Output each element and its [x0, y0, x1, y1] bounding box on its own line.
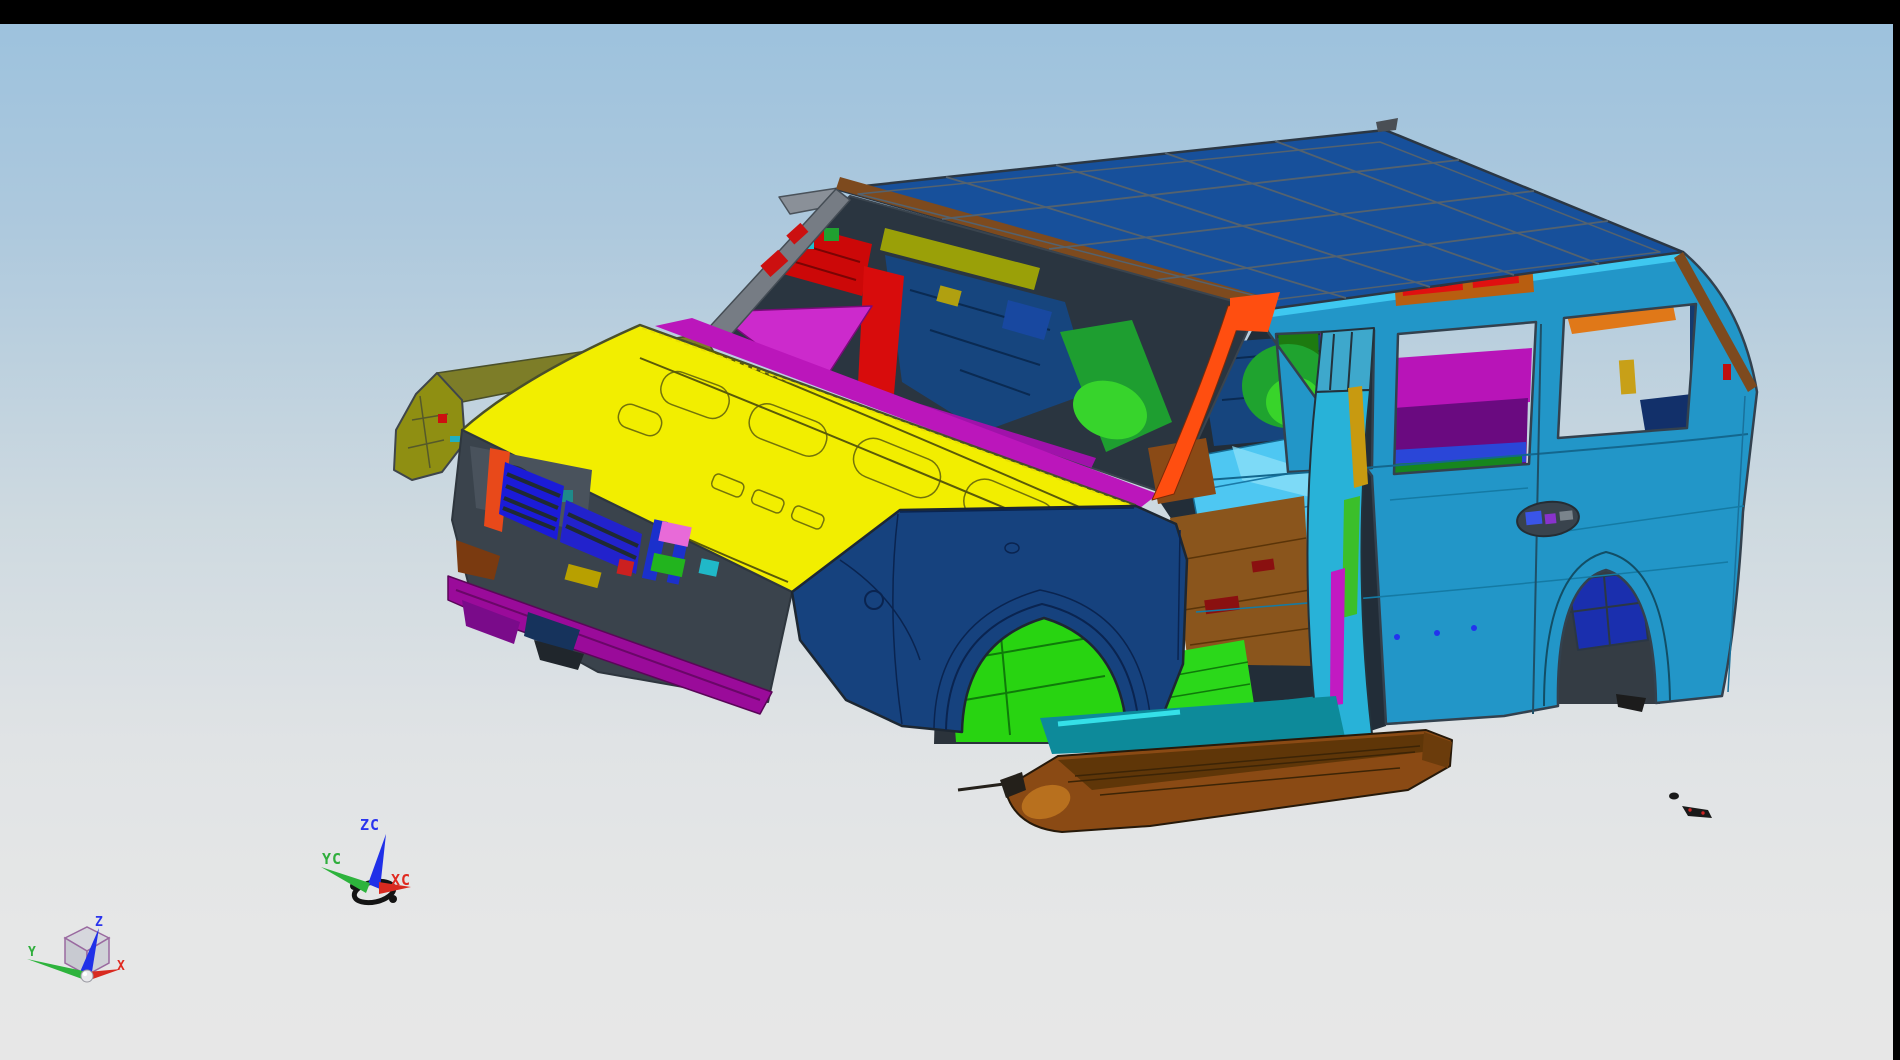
b-pillar-top[interactable]	[1316, 328, 1374, 392]
wcs-triad[interactable]: ZC YC XC	[321, 816, 411, 906]
loose-part-red-dot2	[1701, 811, 1704, 814]
ledge-red-square	[438, 414, 447, 423]
datum-z-label: Z	[95, 915, 104, 930]
wcs-x-label: XC	[391, 871, 411, 889]
rear-edge-red-bit	[1723, 364, 1731, 380]
front-red-bit	[616, 559, 634, 577]
datum-x-label: X	[117, 959, 126, 974]
wcs-y-label: YC	[322, 850, 342, 868]
datum-csys[interactable]: Z Y X	[27, 915, 126, 982]
header-green-bit	[824, 228, 839, 241]
model-canvas[interactable]: ZC YC XC Z Y X	[0, 0, 1900, 1060]
board-rod	[958, 784, 1004, 790]
loose-part-bar[interactable]	[1682, 806, 1712, 818]
cad-viewport[interactable]: ZC YC XC Z Y X	[0, 0, 1900, 1060]
b-pillar-green-insert[interactable]	[1342, 496, 1360, 618]
wcs-y-axis-arrow[interactable]	[321, 867, 370, 893]
datum-origin-highlight	[83, 972, 87, 976]
wcs-z-label: ZC	[360, 816, 380, 834]
body-in-white-model[interactable]	[394, 118, 1757, 832]
datum-y-label: Y	[28, 945, 37, 960]
window-right-bar	[1893, 0, 1900, 1060]
loose-part-red-dot	[1688, 808, 1691, 811]
ledge-cyan-dash	[450, 436, 460, 442]
loose-part-dot[interactable]	[1669, 793, 1679, 800]
roof-antenna-nub	[1376, 118, 1398, 132]
wcs-handle-knob2[interactable]	[389, 895, 397, 903]
datum-origin-ball[interactable]	[81, 970, 93, 982]
quarter-window-bracket[interactable]	[1619, 359, 1636, 394]
b-pillar-magenta-insert[interactable]	[1330, 568, 1345, 706]
